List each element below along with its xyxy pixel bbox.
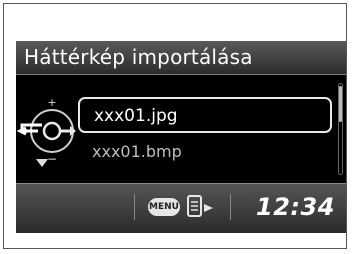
- list-item-label: xxx01.jpg: [94, 106, 178, 126]
- rotary-knob-icon[interactable]: + −: [16, 87, 76, 175]
- import-icon-arrow: [204, 204, 213, 212]
- divider: [230, 194, 231, 220]
- file-list: + − xxx01.jpg xxx01.bmp: [16, 75, 346, 183]
- import-icon-lines: [191, 201, 198, 211]
- knob-minus-symbol: −: [47, 152, 57, 166]
- knob-center: [42, 121, 62, 141]
- display-screen: Háttérkép importálása + − xxx01.jpg xxx0…: [16, 41, 346, 233]
- display-frame: Háttérkép importálása + − xxx01.jpg xxx0…: [3, 3, 347, 249]
- status-bar: MENU 12:34: [16, 183, 346, 233]
- knob-plus-symbol: +: [47, 96, 56, 109]
- clock: 12:34: [256, 193, 335, 221]
- title-bar: Háttérkép importálása: [16, 41, 346, 75]
- import-icon[interactable]: [186, 194, 216, 220]
- scrollbar[interactable]: [338, 83, 343, 175]
- list-item[interactable]: xxx01.bmp: [92, 141, 182, 163]
- divider: [134, 194, 135, 220]
- menu-button[interactable]: MENU: [148, 198, 180, 216]
- scrollbar-thumb[interactable]: [339, 86, 342, 122]
- page-title: Háttérkép importálása: [24, 45, 253, 69]
- list-item-selected[interactable]: xxx01.jpg: [78, 97, 332, 133]
- list-item-label: xxx01.bmp: [92, 142, 182, 161]
